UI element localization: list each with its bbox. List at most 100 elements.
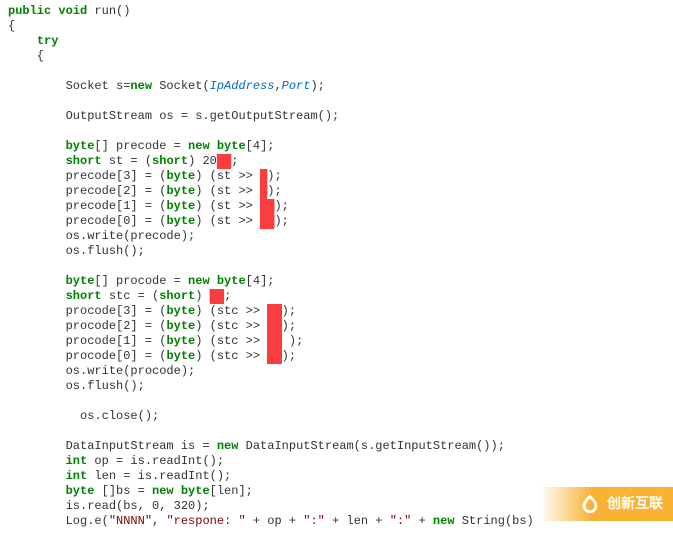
text: [4];	[246, 139, 275, 153]
text: {	[8, 49, 44, 63]
kw-new: new	[130, 79, 152, 93]
text: String(bs)	[455, 514, 534, 528]
redacted: ██	[260, 214, 274, 229]
text	[8, 484, 66, 498]
text: [] precode =	[94, 139, 188, 153]
string: "respone: "	[166, 514, 245, 528]
kw-byte: byte	[166, 169, 195, 183]
text: run()	[87, 4, 130, 18]
text	[8, 139, 66, 153]
kw-byte: byte	[217, 139, 246, 153]
kw-byte: byte	[166, 214, 195, 228]
text: precode[3] = (	[8, 169, 166, 183]
text: ) (stc >>	[195, 319, 267, 333]
kw-new: new	[217, 439, 239, 453]
redacted: ██	[267, 349, 281, 364]
kw-short: short	[159, 289, 195, 303]
text: [] procode =	[94, 274, 188, 288]
text: ) (stc >>	[195, 334, 267, 348]
kw-byte: byte	[166, 304, 195, 318]
text: is.read(bs, 0, 320);	[8, 499, 210, 513]
kw-new: new	[433, 514, 455, 528]
ident-ip: IpAddress	[210, 79, 275, 93]
text	[174, 484, 181, 498]
text: + len +	[325, 514, 390, 528]
text: );	[282, 334, 304, 348]
redacted: ██	[267, 334, 281, 349]
text: OutputStream os = s.getOutputStream();	[8, 109, 339, 123]
text: ,	[274, 79, 281, 93]
redacted: ██	[260, 199, 274, 214]
redacted: ██	[267, 304, 281, 319]
kw-byte: byte	[166, 319, 195, 333]
kw-byte: byte	[66, 139, 95, 153]
text: procode[2] = (	[8, 319, 166, 333]
kw-short: short	[152, 154, 188, 168]
kw-byte: byte	[66, 274, 95, 288]
text: os.write(procode);	[8, 364, 195, 378]
kw-byte: byte	[217, 274, 246, 288]
text: [4];	[246, 274, 275, 288]
code-block: public void run() { try { Socket s=new S…	[0, 0, 673, 529]
text: );	[274, 214, 288, 228]
text: op = is.readInt();	[87, 454, 224, 468]
kw-new: new	[188, 139, 210, 153]
text: os.flush();	[8, 244, 145, 258]
text: procode[3] = (	[8, 304, 166, 318]
watermark-text: 创新互联	[607, 495, 663, 513]
text	[210, 139, 217, 153]
text: );	[267, 184, 281, 198]
kw-void: void	[58, 4, 87, 18]
text: ) (st >>	[195, 214, 260, 228]
text: ) (st >>	[195, 199, 260, 213]
text: + op +	[246, 514, 304, 528]
text: Log.e(	[8, 514, 109, 528]
string: ":"	[390, 514, 412, 528]
string: ":"	[303, 514, 325, 528]
kw-short: short	[66, 289, 102, 303]
text: [len];	[210, 484, 253, 498]
text: ) (st >>	[195, 184, 260, 198]
text: ) (stc >>	[195, 349, 267, 363]
redacted: ██	[217, 154, 231, 169]
text: );	[310, 79, 324, 93]
text	[8, 454, 66, 468]
text: );	[282, 319, 296, 333]
text: );	[267, 169, 281, 183]
kw-try: try	[37, 34, 59, 48]
text: precode[1] = (	[8, 199, 166, 213]
text: procode[1] = (	[8, 334, 166, 348]
text	[210, 274, 217, 288]
watermark: 创新互联	[539, 487, 673, 521]
kw-short: short	[66, 154, 102, 168]
text: os.write(precode);	[8, 229, 195, 243]
kw-int: int	[66, 454, 88, 468]
kw-byte: byte	[166, 199, 195, 213]
text: stc = (	[102, 289, 160, 303]
kw-byte: byte	[166, 349, 195, 363]
text: );	[282, 304, 296, 318]
kw-byte: byte	[166, 184, 195, 198]
text	[8, 289, 66, 303]
kw-new: new	[152, 484, 174, 498]
kw-int: int	[66, 469, 88, 483]
text: Socket(	[152, 79, 210, 93]
text: DataInputStream(s.getInputStream());	[238, 439, 504, 453]
kw-byte: byte	[166, 334, 195, 348]
text: ) 20	[188, 154, 217, 168]
logo-icon	[579, 493, 601, 515]
text: []bs =	[94, 484, 152, 498]
text: os.flush();	[8, 379, 145, 393]
text: );	[282, 349, 296, 363]
kw-byte: byte	[66, 484, 95, 498]
text	[8, 34, 37, 48]
text: precode[0] = (	[8, 214, 166, 228]
text: )	[195, 289, 209, 303]
text: {	[8, 19, 15, 33]
text: len = is.readInt();	[87, 469, 231, 483]
text	[8, 154, 66, 168]
ident-port: Port	[282, 79, 311, 93]
text: +	[411, 514, 433, 528]
text: ;	[231, 154, 238, 168]
text: ;	[224, 289, 231, 303]
